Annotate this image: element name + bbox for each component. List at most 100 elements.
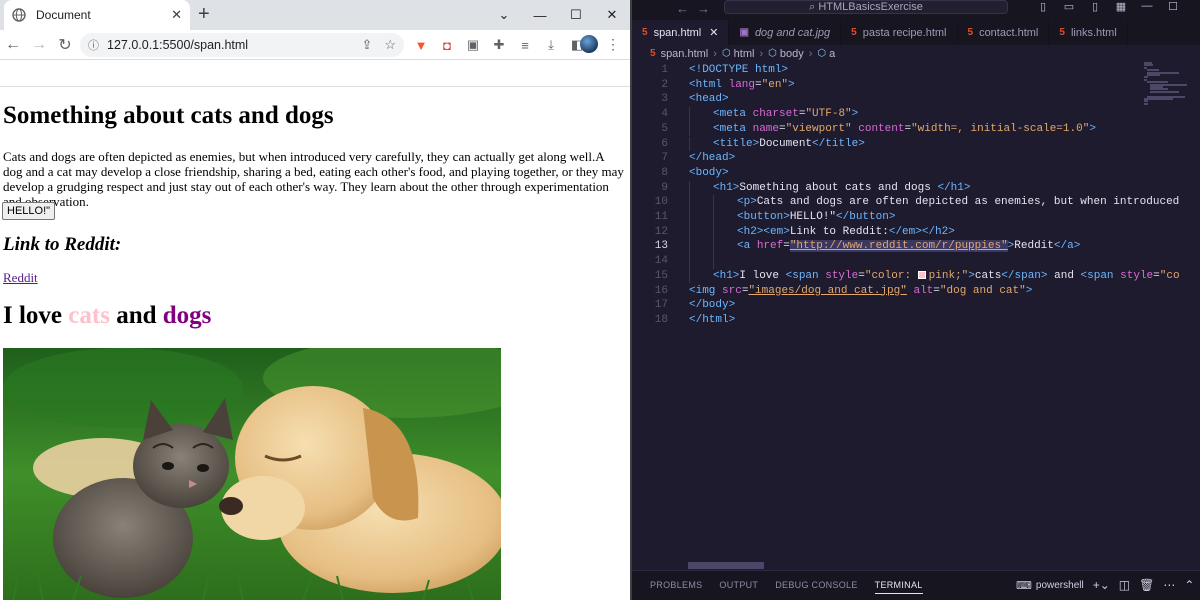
code-token: "http://www.reddit.com/r/puppies": [789, 240, 1008, 253]
tab-contact[interactable]: 5 contact.html: [958, 20, 1050, 45]
tab-search-icon[interactable]: ⌄: [486, 7, 522, 23]
tab-output[interactable]: OUTPUT: [719, 580, 758, 594]
indent-guide: [689, 268, 690, 284]
code-line[interactable]: 8 <body>: [632, 166, 1140, 181]
url-text[interactable]: 127.0.0.1:5500/span.html: [107, 38, 349, 52]
close-window-icon[interactable]: ✕: [594, 7, 630, 23]
back-icon[interactable]: ←: [0, 36, 26, 54]
nav-arrows-icon[interactable]: ←→: [676, 1, 718, 16]
breadcrumb-file[interactable]: span.html: [661, 48, 709, 60]
tab-dog-and-cat-jpg[interactable]: ▣ dog and cat.jpg: [729, 20, 842, 45]
tab-links[interactable]: 5 links.html: [1049, 20, 1128, 45]
maximize-panel-icon[interactable]: ⌃: [1184, 578, 1194, 592]
extension-icon[interactable]: ▣: [460, 37, 486, 53]
code-token: </span>: [1001, 269, 1048, 282]
code-line[interactable]: 3 <head>: [632, 92, 1140, 107]
code-line[interactable]: 12 <h2><em>Link to Reddit:</em></h2>: [632, 224, 1140, 240]
breadcrumb-a[interactable]: a: [829, 48, 835, 60]
reload-icon[interactable]: ↻: [52, 35, 78, 55]
code-line[interactable]: 11 <button>HELLO!"</button>: [632, 210, 1140, 225]
code-line[interactable]: 2 <html lang="en">: [632, 78, 1140, 93]
toggle-sidebar-icon[interactable]: ▯: [1030, 0, 1056, 13]
tab-debug-console[interactable]: DEBUG CONSOLE: [775, 580, 857, 594]
horizontal-scrollbar[interactable]: [688, 562, 764, 569]
code-line[interactable]: 16 <img src="images/dog and cat.jpg" alt=…: [632, 284, 1140, 299]
code-line[interactable]: 7 </head>: [632, 151, 1140, 166]
download-icon[interactable]: ⤓: [538, 37, 564, 53]
close-tab-icon[interactable]: ✕: [171, 7, 182, 23]
breadcrumb-html[interactable]: html: [734, 48, 755, 60]
close-tab-icon[interactable]: ✕: [709, 26, 718, 39]
breadcrumb-body[interactable]: body: [780, 48, 804, 60]
chevron-right-icon: ›: [759, 47, 764, 60]
code-line[interactable]: 13 <a href="http://www.reddit.com/r/puppi…: [632, 239, 1140, 255]
code-line[interactable]: 14: [632, 254, 1140, 269]
reading-list-icon[interactable]: ≡: [512, 38, 538, 53]
line-number: 4: [661, 108, 668, 121]
ublock-icon[interactable]: ◘: [434, 38, 460, 53]
code-line[interactable]: 4 <meta charset="UTF-8">: [632, 107, 1140, 122]
puzzle-extensions-icon[interactable]: ✚: [486, 37, 512, 53]
trash-icon[interactable]: 🗑: [1139, 578, 1154, 592]
shell-name[interactable]: powershell: [1036, 580, 1084, 591]
code-token: pink;": [928, 269, 969, 282]
bookmark-star-icon[interactable]: ☆: [384, 37, 396, 53]
layout-icon[interactable]: ▦: [1108, 0, 1134, 13]
code-token: HELLO!": [789, 211, 837, 223]
code-token: <h2><em>: [737, 225, 790, 238]
code-line[interactable]: 1 <!DOCTYPE html>: [632, 63, 1140, 78]
cats-word: cats: [68, 302, 110, 329]
code-line[interactable]: 6 <title>Document</title>: [632, 136, 1140, 152]
command-center-search[interactable]: ⌕ HTMLBasicsExercise: [724, 0, 1008, 14]
code-token: content: [858, 122, 905, 135]
code-token: >: [1025, 284, 1033, 297]
indent-guide: [689, 107, 690, 122]
code-editor[interactable]: 1 <!DOCTYPE html> 2 <html lang="en"> 3 <head>…: [632, 62, 1180, 564]
line-number: 16: [654, 284, 668, 297]
minimap[interactable]: [1144, 62, 1200, 122]
code-line[interactable]: 18 </html>: [632, 313, 1140, 328]
browser-tab[interactable]: Document ✕: [4, 0, 190, 30]
tab-problems[interactable]: PROBLEMS: [650, 580, 702, 594]
toggle-secondary-icon[interactable]: ▯: [1082, 0, 1108, 13]
browser-menu-icon[interactable]: ⋮: [606, 36, 620, 53]
code-token: </head>: [689, 152, 736, 165]
minimize-icon[interactable]: —: [522, 8, 558, 23]
code-token: <span: [1080, 269, 1121, 282]
line-number: 11: [654, 211, 668, 223]
maximize-icon[interactable]: ☐: [1160, 0, 1186, 13]
page-heading: Something about cats and dogs: [3, 102, 334, 129]
code-line[interactable]: 17 </body>: [632, 298, 1140, 313]
share-icon[interactable]: ⇪: [361, 37, 372, 53]
tab-terminal[interactable]: TERMINAL: [874, 580, 923, 594]
tab-span-html[interactable]: 5 span.html ✕: [632, 20, 730, 45]
site-info-icon[interactable]: ⓘ: [88, 37, 99, 53]
code-text: <title>Document</title>: [713, 137, 865, 152]
maximize-icon[interactable]: ☐: [558, 7, 594, 23]
line-number: 12: [654, 225, 668, 238]
new-terminal-icon[interactable]: +⌄: [1093, 578, 1110, 592]
hello-button[interactable]: HELLO!": [2, 202, 56, 220]
code-line[interactable]: 9 <h1>Something about cats and dogs </h1>: [632, 180, 1140, 196]
code-token: href: [756, 240, 784, 253]
forward-icon[interactable]: →: [26, 36, 52, 54]
indent-guide: [689, 121, 690, 137]
brave-shield-icon[interactable]: ▼: [408, 38, 434, 53]
code-line[interactable]: 5 <meta name="viewport" content="width=, …: [632, 121, 1140, 137]
address-bar[interactable]: ⓘ 127.0.0.1:5500/span.html ⇪ ☆: [80, 33, 404, 57]
reddit-link[interactable]: Reddit: [3, 270, 38, 286]
minimize-icon[interactable]: —: [1134, 0, 1160, 13]
code-token: Link to Reddit:: [789, 225, 889, 238]
tab-pasta-recipe[interactable]: 5 pasta recipe.html: [841, 20, 958, 45]
image-file-icon: ▣: [739, 27, 749, 38]
code-line[interactable]: 15 <h1>I love <span style="color: pink;">…: [632, 268, 1180, 284]
code-line[interactable]: 10 <p>Cats and dogs are often depicted as…: [632, 195, 1179, 210]
new-tab-icon[interactable]: +: [198, 4, 210, 24]
split-terminal-icon[interactable]: ◫: [1119, 578, 1130, 592]
indent-guide: [713, 210, 714, 225]
profile-avatar[interactable]: [580, 35, 598, 53]
toggle-panel-icon[interactable]: ▭: [1056, 0, 1082, 13]
code-token: charset: [752, 108, 799, 121]
more-icon[interactable]: ⋯: [1163, 578, 1175, 592]
code-token: Cats and dogs are often depicted as enem…: [756, 196, 1180, 209]
